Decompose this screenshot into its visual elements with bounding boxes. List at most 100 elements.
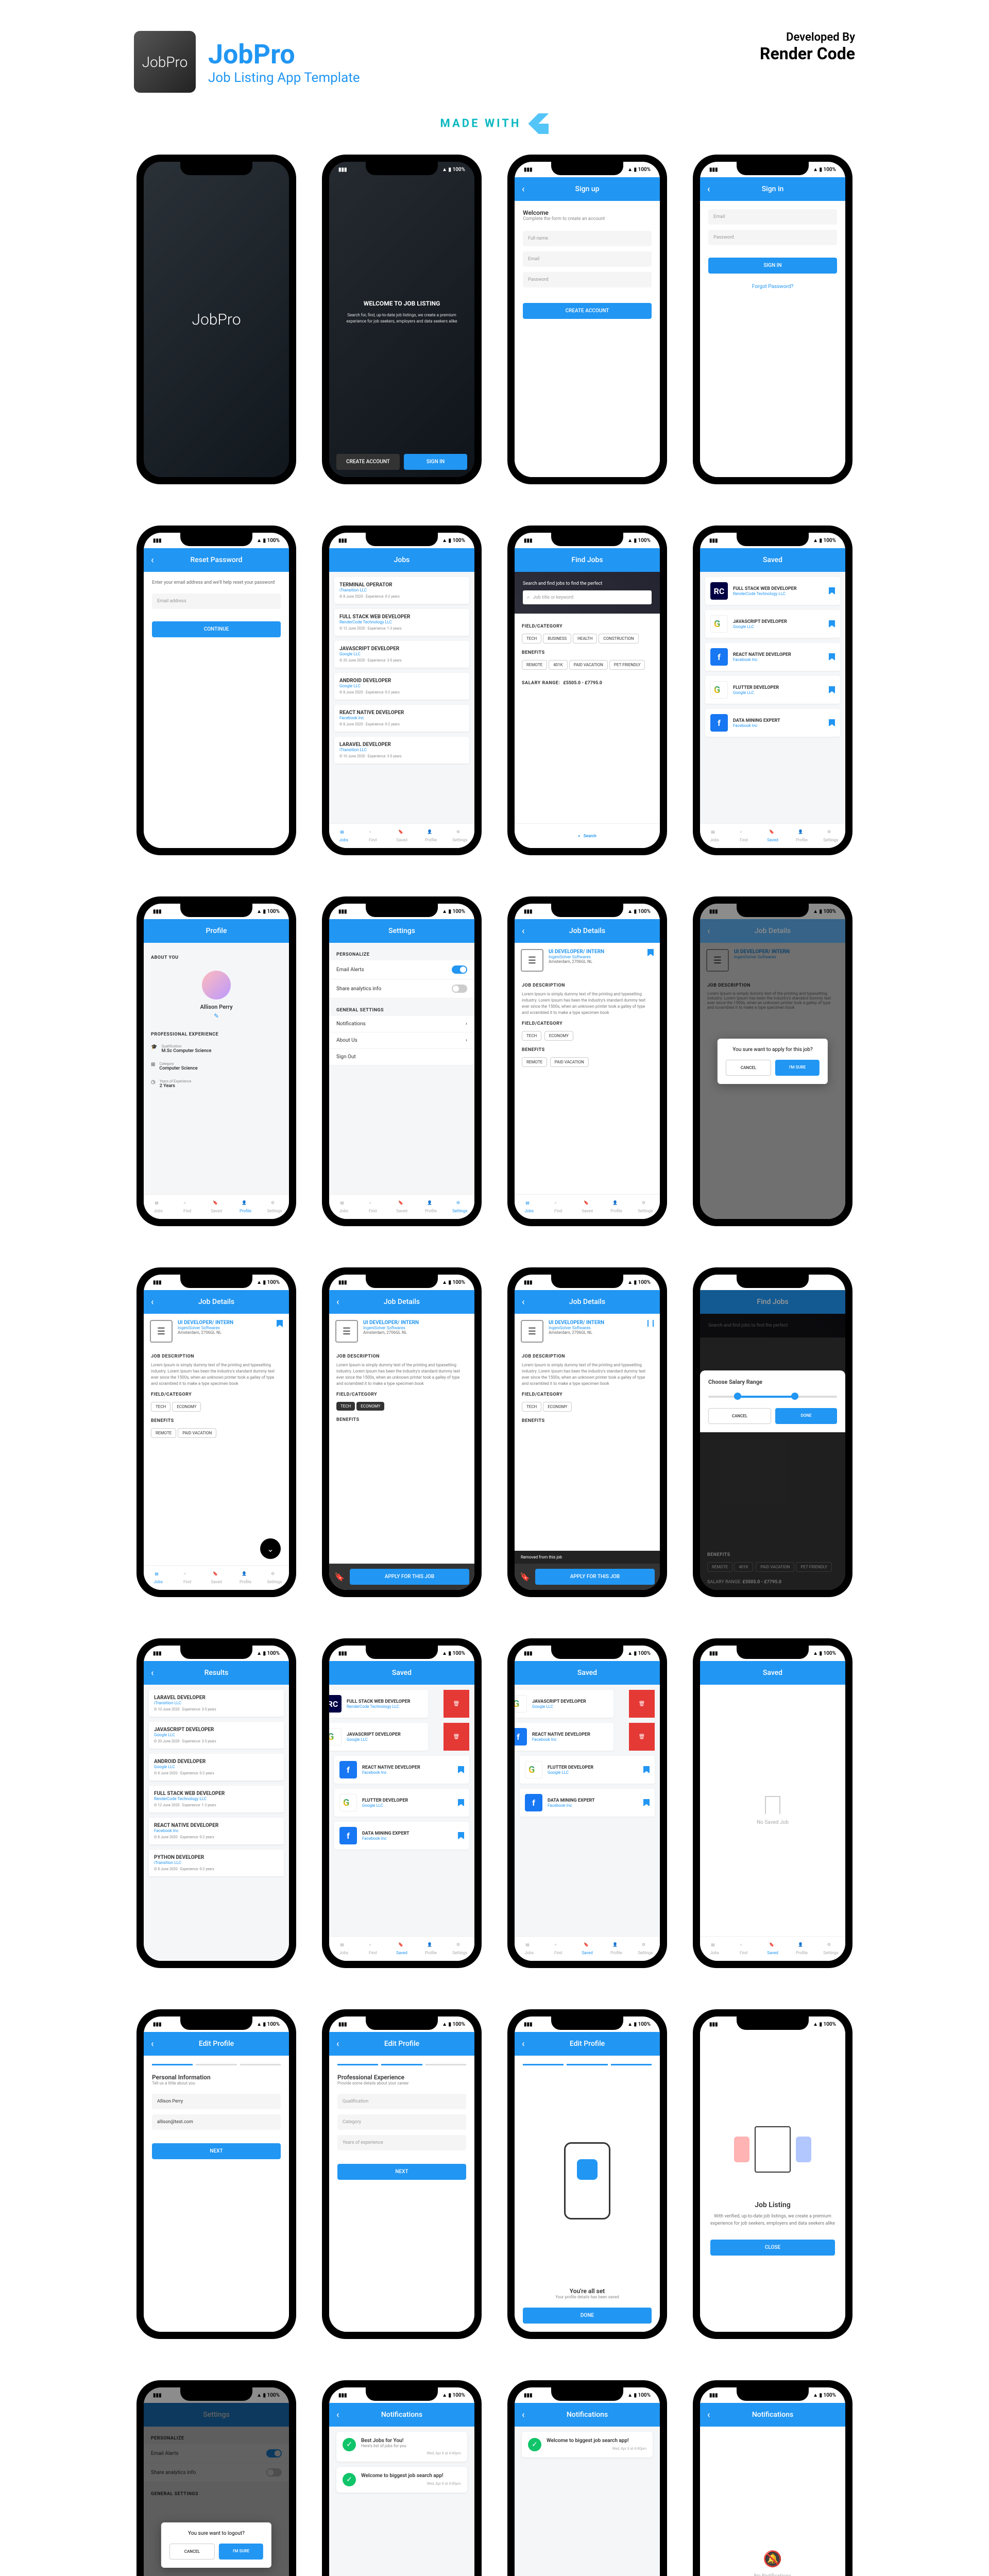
years-input[interactable]: Years of experience xyxy=(337,2135,466,2150)
bookmark-icon[interactable] xyxy=(829,587,835,595)
bookmark-icon[interactable] xyxy=(458,1766,464,1773)
back-icon[interactable]: ‹ xyxy=(336,1297,339,1308)
back-icon[interactable]: ‹ xyxy=(707,2410,710,2420)
tab-profile[interactable]: 👤Profile xyxy=(231,1566,260,1590)
tab-saved[interactable]: 🔖Saved xyxy=(387,1937,416,1961)
tab-profile[interactable]: 👤Profile xyxy=(416,1195,445,1219)
saved-card[interactable]: RCFULL STACK WEB DEVELOPERRenderCode Tec… xyxy=(329,1690,428,1718)
saved-card[interactable]: FLUTTER DEVELOPERGoogle LLC xyxy=(520,1756,655,1784)
tab-find[interactable]: ⌕Find xyxy=(729,824,758,848)
saved-list[interactable]: RCFULL STACK WEB DEVELOPERRenderCode Tec… xyxy=(700,572,845,823)
tab-profile[interactable]: 👤Profile xyxy=(787,1937,816,1961)
saved-list-swipe[interactable]: RCFULL STACK WEB DEVELOPERRenderCode Tec… xyxy=(329,1685,474,1936)
search-input[interactable]: Job title or keyword xyxy=(533,595,573,600)
chip[interactable]: BUSINESS xyxy=(543,634,571,643)
job-card[interactable]: FULL STACK WEB DEVELOPERRenderCode Techn… xyxy=(334,609,469,636)
tab-settings[interactable]: ⚙Settings xyxy=(446,1937,474,1961)
cancel-button[interactable]: CANCEL xyxy=(726,1060,771,1076)
notification-card[interactable]: ✓ Welcome to biggest job search app!Wed,… xyxy=(522,2432,653,2458)
next-button[interactable]: NEXT xyxy=(152,2143,281,2159)
saved-card[interactable]: FLUTTER DEVELOPERGoogle LLC xyxy=(334,1789,469,1817)
tab-jobs[interactable]: ▤Jobs xyxy=(700,1937,729,1961)
saved-card[interactable]: fDATA MINING EXPERTFacebook Inc xyxy=(520,1789,655,1817)
password-input[interactable]: Password xyxy=(523,272,652,287)
email-alerts-row[interactable]: Email Alerts xyxy=(329,960,474,979)
qualification-input[interactable]: Qualification xyxy=(337,2094,466,2109)
job-card[interactable]: ANDROID DEVELOPERGoogle LLC© 8 June 2020… xyxy=(149,1754,284,1781)
bookmark-icon[interactable] xyxy=(829,620,835,628)
tab-saved[interactable]: 🔖Saved xyxy=(573,1195,602,1219)
tab-find[interactable]: ⌕Find xyxy=(173,1566,201,1590)
next-button[interactable]: NEXT xyxy=(337,2164,466,2180)
chip[interactable]: TECH xyxy=(151,1402,170,1412)
job-card[interactable]: REACT NATIVE DEVELOPERFacebook Inc© 8 Ju… xyxy=(149,1818,284,1844)
bookmark-icon[interactable] xyxy=(277,1320,283,1327)
job-card[interactable]: LARAVEL DEVELOPERiTransition LLC© 10 Jun… xyxy=(334,737,469,764)
bookmark-icon[interactable]: 🔖 xyxy=(334,1572,345,1582)
back-icon[interactable]: ‹ xyxy=(522,926,525,937)
tab-jobs[interactable]: ▤Jobs xyxy=(329,1937,358,1961)
saved-card[interactable]: FLUTTER DEVELOPERGoogle LLC xyxy=(705,676,840,704)
job-card[interactable]: LARAVEL DEVELOPERiTransition LLC© 10 Jun… xyxy=(149,1690,284,1717)
delete-button[interactable]: 🗑 xyxy=(444,1723,469,1751)
job-card[interactable]: PYTHON DEVELOPERiTransition LLC© 8 June … xyxy=(149,1850,284,1876)
saved-card[interactable]: fDATA MINING EXPERTFacebook Inc xyxy=(705,709,840,737)
tab-profile[interactable]: 👤Profile xyxy=(602,1937,630,1961)
tab-saved[interactable]: 🔖Saved xyxy=(573,1937,602,1961)
saved-card[interactable]: fDATA MINING EXPERTFacebook Inc xyxy=(334,1822,469,1850)
bookmark-icon[interactable] xyxy=(458,1832,464,1839)
tab-profile[interactable]: 👤Profile xyxy=(787,824,816,848)
done-button[interactable]: DONE xyxy=(775,1408,837,1424)
scroll-down-fab[interactable]: ⌄ xyxy=(260,1538,281,1559)
tab-saved[interactable]: 🔖Saved xyxy=(202,1195,231,1219)
delete-button[interactable]: 🗑 xyxy=(629,1723,655,1751)
create-account-button[interactable]: CREATE ACCOUNT xyxy=(523,303,652,319)
email-input[interactable]: Email xyxy=(523,251,652,267)
back-icon[interactable]: ‹ xyxy=(336,2410,339,2420)
cancel-button[interactable]: CANCEL xyxy=(169,2544,215,2560)
apply-button[interactable]: APPLY FOR THIS JOB xyxy=(350,1569,469,1585)
tab-profile[interactable]: 👤Profile xyxy=(416,824,445,848)
bookmark-icon[interactable]: 🔖 xyxy=(520,1572,530,1582)
saved-card[interactable]: fREACT NATIVE DEVELOPERFacebook Inc xyxy=(705,643,840,671)
bookmark-icon[interactable] xyxy=(829,719,835,726)
saved-card[interactable]: JAVASCRIPT DEVELOPERGoogle LLC xyxy=(329,1723,428,1751)
saved-card[interactable]: JAVASCRIPT DEVELOPERGoogle LLC xyxy=(515,1690,613,1718)
edit-icon[interactable]: ✎ xyxy=(151,1012,282,1020)
tab-jobs[interactable]: ▤Jobs xyxy=(515,1195,543,1219)
saved-list-swipe[interactable]: JAVASCRIPT DEVELOPERGoogle LLC🗑fREACT NA… xyxy=(515,1685,660,1936)
tab-find[interactable]: ⌕Find xyxy=(543,1937,572,1961)
chip[interactable]: 401K xyxy=(549,660,568,670)
job-card[interactable]: ANDROID DEVELOPERGoogle LLC© 8 June 2020… xyxy=(334,673,469,700)
chip[interactable]: TECH xyxy=(336,1402,355,1411)
bookmark-icon[interactable] xyxy=(647,949,654,956)
tab-saved[interactable]: 🔖Saved xyxy=(758,1937,787,1961)
tab-find[interactable]: ⌕Find xyxy=(543,1195,572,1219)
back-icon[interactable]: ‹ xyxy=(522,2410,525,2420)
tab-profile[interactable]: 👤Profile xyxy=(416,1937,445,1961)
done-button[interactable]: DONE xyxy=(523,2308,652,2324)
continue-button[interactable]: CONTINUE xyxy=(152,621,281,637)
back-icon[interactable]: ‹ xyxy=(336,2039,339,2049)
chip[interactable]: ECONOMY xyxy=(544,1031,573,1041)
saved-card[interactable]: fREACT NATIVE DEVELOPERFacebook Inc xyxy=(334,1756,469,1784)
tab-jobs[interactable]: ▤Jobs xyxy=(144,1195,173,1219)
chip[interactable]: TECH xyxy=(522,634,541,643)
chip[interactable]: HEALTH xyxy=(573,634,597,643)
back-icon[interactable]: ‹ xyxy=(151,1297,154,1308)
tab-settings[interactable]: ⚙Settings xyxy=(631,1937,660,1961)
about-row[interactable]: About Us› xyxy=(329,1032,474,1049)
tab-profile[interactable]: 👤Profile xyxy=(602,1195,630,1219)
back-icon[interactable]: ‹ xyxy=(151,1668,154,1679)
tab-saved[interactable]: 🔖Saved xyxy=(758,824,787,848)
job-card[interactable]: TERMINAL OPERATORiTransition LLC© 8 June… xyxy=(334,577,469,604)
create-account-button[interactable]: CREATE ACCOUNT xyxy=(336,454,400,470)
share-info-row[interactable]: Share analytics info xyxy=(329,979,474,998)
tab-saved[interactable]: 🔖Saved xyxy=(202,1566,231,1590)
notifications-row[interactable]: Notifications› xyxy=(329,1016,474,1032)
category-input[interactable]: Category xyxy=(337,2114,466,2130)
bookmark-icon[interactable] xyxy=(643,1766,650,1773)
tab-jobs[interactable]: ▤Jobs xyxy=(515,1937,543,1961)
bookmark-icon[interactable] xyxy=(643,1799,650,1806)
tab-find[interactable]: ⌕Find xyxy=(173,1195,201,1219)
